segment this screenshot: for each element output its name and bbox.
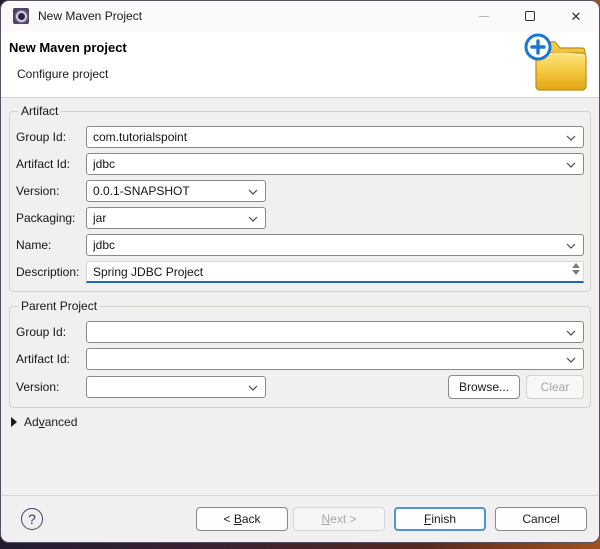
minimize-icon — [479, 16, 489, 17]
page-subtitle: Configure project — [17, 67, 108, 81]
eclipse-wizard-icon — [13, 8, 29, 24]
close-button[interactable]: ✕ — [553, 1, 599, 31]
scroll-down-icon — [572, 270, 580, 275]
version-row: Version: 0.0.1-SNAPSHOT — [16, 180, 584, 202]
artifact-id-row: Artifact Id: jdbc — [16, 153, 584, 175]
packaging-value: jar — [93, 211, 106, 225]
packaging-combo[interactable]: jar — [86, 207, 266, 229]
cancel-button[interactable]: Cancel — [495, 507, 587, 531]
maximize-icon — [525, 11, 535, 21]
wizard-content: Artifact Group Id: com.tutorialspoint Ar… — [1, 98, 599, 495]
artifact-id-combo[interactable]: jdbc — [86, 153, 584, 175]
parent-group-id-combo[interactable] — [86, 321, 584, 343]
advanced-label: Advanced — [24, 415, 77, 429]
group-id-label: Group Id: — [16, 130, 86, 144]
maximize-button[interactable] — [507, 1, 553, 31]
page-title: New Maven project — [9, 40, 127, 55]
scroll-spinner[interactable] — [572, 263, 580, 275]
question-mark-icon: ? — [28, 511, 36, 527]
group-id-combo[interactable]: com.tutorialspoint — [86, 126, 584, 148]
window-title: New Maven Project — [38, 9, 142, 23]
description-input[interactable]: Spring JDBC Project — [86, 261, 584, 283]
parent-artifact-id-row: Artifact Id: — [16, 348, 584, 370]
packaging-label: Packaging: — [16, 211, 86, 225]
description-label: Description: — [16, 265, 86, 279]
chevron-down-icon — [566, 162, 576, 168]
parent-version-row: Version: Browse... Clear — [16, 375, 584, 399]
name-combo[interactable]: jdbc — [86, 234, 584, 256]
parent-version-label: Version: — [16, 380, 86, 394]
description-value: Spring JDBC Project — [93, 265, 203, 279]
description-row: Description: Spring JDBC Project — [16, 261, 584, 283]
version-label: Version: — [16, 184, 86, 198]
minimize-button[interactable] — [461, 1, 507, 31]
clear-button: Clear — [526, 375, 584, 399]
expander-arrow-icon — [11, 417, 17, 427]
chevron-down-icon — [248, 216, 258, 222]
chevron-down-icon — [566, 135, 576, 141]
artifact-id-value: jdbc — [93, 157, 115, 171]
name-value: jdbc — [93, 238, 115, 252]
help-button[interactable]: ? — [21, 508, 43, 530]
advanced-expander[interactable]: Advanced — [11, 415, 591, 429]
gear-icon — [16, 11, 27, 22]
scroll-up-icon — [572, 263, 580, 268]
back-button[interactable]: < Back — [196, 507, 288, 531]
close-icon: ✕ — [571, 10, 582, 23]
parent-group-id-row: Group Id: — [16, 321, 584, 343]
next-button: Next > — [293, 507, 385, 531]
wizard-banner: New Maven project Configure project — [1, 31, 599, 98]
name-label: Name: — [16, 238, 86, 252]
parent-project-group: Parent Project Group Id: Artifact Id: — [9, 299, 591, 408]
footer-buttons: < Back Next > Finish Cancel — [191, 507, 587, 531]
group-id-row: Group Id: com.tutorialspoint — [16, 126, 584, 148]
chevron-down-icon — [248, 385, 258, 391]
chevron-down-icon — [566, 243, 576, 249]
browse-button[interactable]: Browse... — [448, 375, 520, 399]
parent-project-group-label: Parent Project — [18, 299, 100, 313]
artifact-group-label: Artifact — [18, 104, 61, 118]
new-folder-icon — [523, 32, 593, 98]
desktop-backdrop: New Maven Project ✕ New Maven project Co… — [0, 0, 600, 549]
artifact-group: Artifact Group Id: com.tutorialspoint Ar… — [9, 104, 591, 292]
parent-version-buttons: Browse... Clear — [448, 375, 584, 399]
chevron-down-icon — [566, 357, 576, 363]
parent-group-id-label: Group Id: — [16, 325, 86, 339]
group-id-value: com.tutorialspoint — [93, 130, 187, 144]
artifact-id-label: Artifact Id: — [16, 157, 86, 171]
version-value: 0.0.1-SNAPSHOT — [93, 184, 190, 198]
chevron-down-icon — [566, 330, 576, 336]
window-controls: ✕ — [461, 1, 599, 31]
name-row: Name: jdbc — [16, 234, 584, 256]
chevron-down-icon — [248, 189, 258, 195]
version-combo[interactable]: 0.0.1-SNAPSHOT — [86, 180, 266, 202]
button-bar: ? < Back Next > Finish Cancel — [1, 495, 599, 542]
new-maven-project-dialog: New Maven Project ✕ New Maven project Co… — [1, 1, 599, 542]
parent-version-combo[interactable] — [86, 376, 266, 398]
parent-artifact-id-label: Artifact Id: — [16, 352, 86, 366]
titlebar[interactable]: New Maven Project ✕ — [1, 1, 599, 31]
parent-artifact-id-combo[interactable] — [86, 348, 584, 370]
packaging-row: Packaging: jar — [16, 207, 584, 229]
finish-button[interactable]: Finish — [394, 507, 486, 531]
